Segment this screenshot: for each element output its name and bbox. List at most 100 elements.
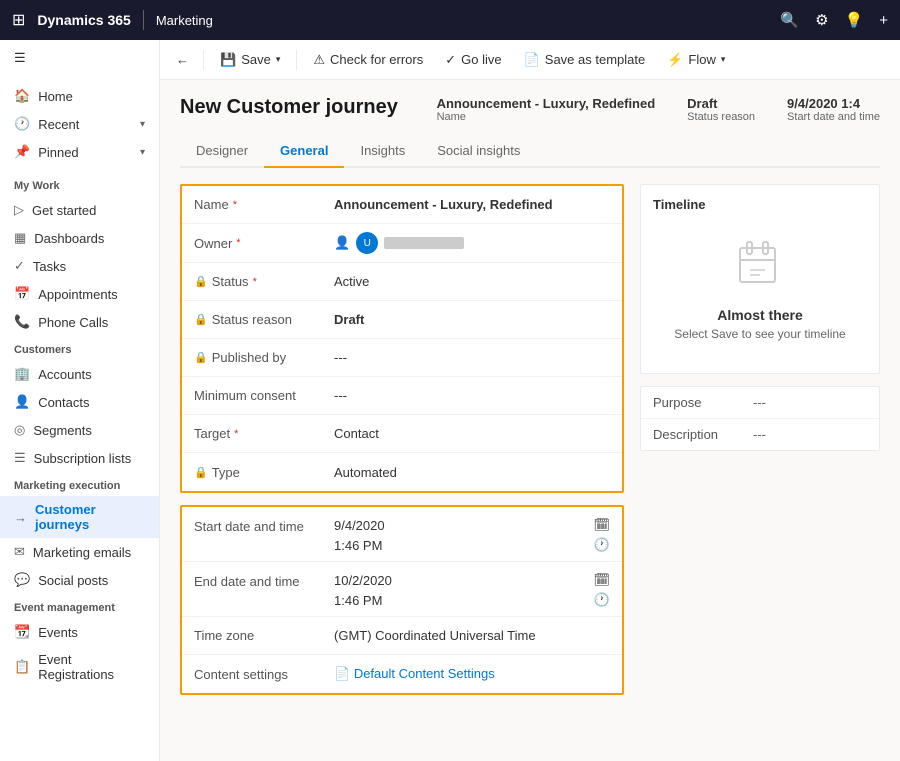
settings-icon[interactable]: ⚙ [815, 11, 828, 29]
clock-icon[interactable]: 🕐 [594, 592, 610, 608]
sidebar-item-pinned[interactable]: 📌 Pinned ▾ [0, 138, 159, 166]
sidebar-item-label: Event Registrations [38, 652, 145, 682]
status-reason-label-text: Status reason [212, 312, 292, 327]
sidebar-item-label: Customer journeys [35, 502, 145, 532]
clock-icon[interactable]: 🕐 [594, 537, 610, 553]
form-row-published: 🔒 Published by --- [182, 339, 622, 377]
purpose-value[interactable]: --- [753, 395, 766, 410]
sidebar-item-label: Contacts [38, 395, 89, 410]
form-row-status-reason: 🔒 Status reason Draft [182, 301, 622, 339]
nav-right-icons: 🔍 ⚙ 💡 + [780, 11, 888, 29]
sidebar-item-recent[interactable]: 🕐 Recent ▾ [0, 110, 159, 138]
dashboards-icon: ▦ [14, 230, 26, 246]
main-area: ← 💾 Save ▾ ⚠ Check for errors ✓ Go live … [160, 40, 900, 761]
group-label-customers: Customers [0, 336, 159, 360]
sidebar-item-events[interactable]: 📆 Events [0, 618, 159, 646]
tab-designer[interactable]: Designer [180, 135, 264, 168]
sidebar-item-appointments[interactable]: 📅 Appointments [0, 280, 159, 308]
meta-date: 9/4/2020 1:4 Start date and time [787, 96, 880, 123]
group-label-marketing: Marketing execution [0, 472, 159, 496]
save-dropdown-icon: ▾ [276, 54, 281, 65]
timeline-empty-state: Almost there Select Save to see your tim… [653, 220, 867, 361]
value-target[interactable]: Contact [334, 426, 610, 441]
end-date-text: 10/2/2020 [334, 573, 392, 588]
sidebar-item-label: Pinned [38, 145, 78, 160]
form-row-target: Target * Contact [182, 415, 622, 453]
timeline-empty-desc: Select Save to see your timeline [674, 327, 845, 341]
sidebar-item-subscription-lists[interactable]: ☰ Subscription lists [0, 444, 159, 472]
add-icon[interactable]: + [879, 12, 888, 29]
value-end-date[interactable]: 10/2/2020 🗓 1:46 PM 🕐 [334, 572, 610, 608]
sidebar-item-contacts[interactable]: 👤 Contacts [0, 388, 159, 416]
meta-date-value: 9/4/2020 1:4 [787, 96, 880, 111]
sidebar-item-label: Marketing emails [33, 545, 131, 560]
page-header: New Customer journey Announcement - Luxu… [180, 96, 880, 123]
value-content-settings[interactable]: 📄 Default Content Settings [334, 666, 610, 682]
save-icon: 💾 [220, 52, 236, 68]
tab-general[interactable]: General [264, 135, 344, 168]
calendar-icon[interactable]: 🗓 [593, 572, 610, 588]
value-owner[interactable]: 👤 U [334, 232, 610, 254]
sidebar-item-label: Events [38, 625, 78, 640]
sidebar-item-marketing-emails[interactable]: ✉ Marketing emails [0, 538, 159, 566]
save-template-icon: 📄 [524, 52, 540, 68]
search-icon[interactable]: 🔍 [780, 11, 799, 29]
main-layout: ☰ 🏠 Home 🕐 Recent ▾ 📌 Pinned ▾ My Work ▷… [0, 40, 900, 761]
form-row-consent: Minimum consent --- [182, 377, 622, 415]
form-right: Timeline [640, 184, 880, 707]
check-errors-button[interactable]: ⚠ Check for errors [303, 47, 433, 73]
sidebar-item-label: Accounts [38, 367, 91, 382]
form-row-status: 🔒 Status * Active [182, 263, 622, 301]
sidebar-item-segments[interactable]: ◎ Segments [0, 416, 159, 444]
expand-icon: ▾ [140, 147, 145, 158]
sidebar-item-social-posts[interactable]: 💬 Social posts [0, 566, 159, 594]
label-start-date: Start date and time [194, 517, 334, 534]
sidebar-toggle[interactable]: ☰ [0, 40, 159, 76]
lock-icon: 🔒 [194, 351, 208, 364]
save-template-button[interactable]: 📄 Save as template [514, 47, 656, 73]
meta-status-label: Status reason [687, 111, 755, 123]
sidebar-item-get-started[interactable]: ▷ Get started [0, 196, 159, 224]
group-label-events: Event management [0, 594, 159, 618]
sidebar-item-accounts[interactable]: 🏢 Accounts [0, 360, 159, 388]
back-button[interactable]: ← [168, 47, 197, 72]
label-published: 🔒 Published by [194, 350, 334, 365]
flow-button[interactable]: ⚡ Flow ▾ [657, 47, 735, 73]
sidebar-item-event-registrations[interactable]: 📋 Event Registrations [0, 646, 159, 688]
sidebar-item-label: Appointments [38, 287, 118, 302]
journey-icon: → [14, 510, 27, 525]
value-name[interactable]: Announcement - Luxury, Redefined [334, 197, 610, 212]
pin-icon: 📌 [14, 144, 30, 160]
required-indicator: * [234, 428, 238, 440]
go-live-label: Go live [461, 52, 501, 67]
meta-name: Announcement - Luxury, Redefined Name [437, 96, 656, 123]
tab-insights[interactable]: Insights [344, 135, 421, 168]
check-errors-icon: ⚠ [313, 52, 325, 68]
registrations-icon: 📋 [14, 659, 30, 675]
meta-status: Draft Status reason [687, 96, 755, 123]
form-row-type: 🔒 Type Automated [182, 453, 622, 491]
sidebar-item-label: Tasks [33, 259, 66, 274]
content-settings-text: Default Content Settings [354, 666, 495, 681]
save-button[interactable]: 💾 Save ▾ [210, 47, 290, 73]
sidebar-item-phone-calls[interactable]: 📞 Phone Calls [0, 308, 159, 336]
tab-social-insights[interactable]: Social insights [421, 135, 536, 168]
sidebar-item-home[interactable]: 🏠 Home [0, 82, 159, 110]
help-icon[interactable]: 💡 [845, 11, 864, 29]
value-start-date[interactable]: 9/4/2020 🗓 1:46 PM 🕐 [334, 517, 610, 553]
sidebar-item-customer-journeys[interactable]: → Customer journeys [0, 496, 159, 538]
go-live-button[interactable]: ✓ Go live [435, 47, 511, 73]
app-grid-icon[interactable]: ⊞ [12, 10, 25, 30]
value-timezone[interactable]: (GMT) Coordinated Universal Time [334, 628, 610, 643]
module-name: Marketing [156, 13, 213, 28]
consent-label-text: Minimum consent [194, 388, 296, 403]
value-type: Automated [334, 465, 610, 480]
sidebar-item-dashboards[interactable]: ▦ Dashboards [0, 224, 159, 252]
status-label-text: Status [212, 274, 249, 289]
group-label-mywork: My Work [0, 172, 159, 196]
description-value[interactable]: --- [753, 427, 766, 442]
label-consent: Minimum consent [194, 388, 334, 403]
calendar-icon[interactable]: 🗓 [593, 517, 610, 533]
sidebar-item-tasks[interactable]: ✓ Tasks [0, 252, 159, 280]
owner-label-text: Owner [194, 236, 232, 251]
